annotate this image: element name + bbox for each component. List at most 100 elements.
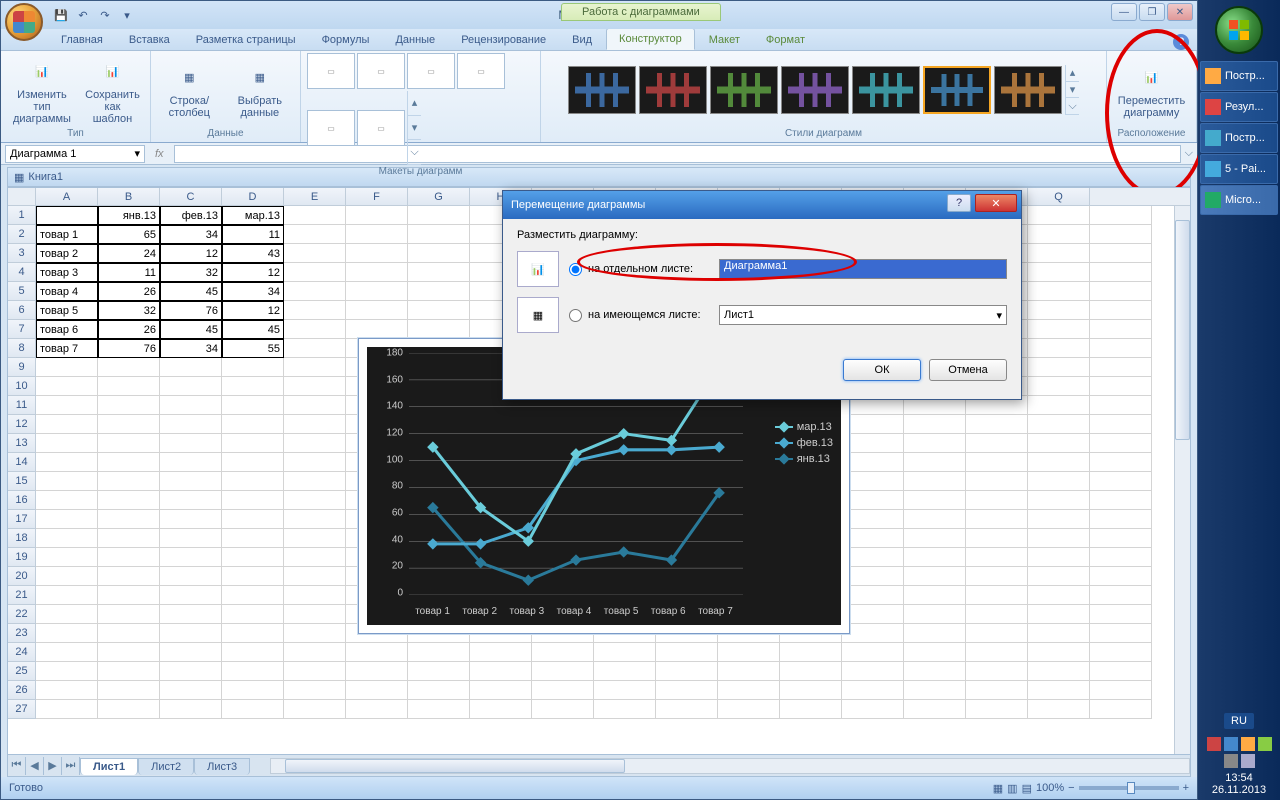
cell[interactable] [98,624,160,643]
cell[interactable] [842,415,904,434]
cell[interactable] [842,643,904,662]
cell[interactable]: 11 [98,263,160,282]
cell[interactable] [284,472,346,491]
cell[interactable] [966,453,1028,472]
tab-nav-prev[interactable]: ◀ [26,757,44,775]
cell[interactable] [1090,377,1152,396]
chart-layout-4[interactable]: ▭ [457,53,505,89]
cell[interactable] [904,624,966,643]
tray-icon[interactable] [1258,737,1272,751]
cell[interactable] [904,548,966,567]
cell[interactable]: 26 [98,282,160,301]
cell[interactable] [284,529,346,548]
cell[interactable] [98,700,160,719]
cell[interactable] [842,529,904,548]
cell[interactable] [346,282,408,301]
row-header[interactable]: 1 [8,206,36,225]
cell[interactable]: 12 [160,244,222,263]
cell[interactable] [222,586,284,605]
start-button[interactable] [1215,6,1263,54]
ok-button[interactable]: ОК [843,359,921,381]
cell[interactable] [408,320,470,339]
cell[interactable]: 34 [160,225,222,244]
cell[interactable] [656,662,718,681]
row-header[interactable]: 8 [8,339,36,358]
cell[interactable] [98,377,160,396]
cell[interactable]: 34 [160,339,222,358]
cell[interactable] [780,681,842,700]
cell[interactable] [222,605,284,624]
cell[interactable] [532,700,594,719]
qat-dropdown-icon[interactable]: ▾ [119,7,135,23]
cell[interactable]: янв.13 [98,206,160,225]
cell[interactable]: мар.13 [222,206,284,225]
cell[interactable]: 76 [160,301,222,320]
cell[interactable] [1028,491,1090,510]
cell[interactable] [470,643,532,662]
cell[interactable] [966,643,1028,662]
view-normal-icon[interactable]: ▦ [993,782,1003,795]
tray-icon[interactable] [1207,737,1221,751]
cell[interactable] [284,624,346,643]
cell[interactable] [160,510,222,529]
cell[interactable] [284,586,346,605]
select-data-button[interactable]: ▦ Выбрать данные [226,59,294,121]
cell[interactable] [160,586,222,605]
cell[interactable] [1090,529,1152,548]
chart-layout-6[interactable]: ▭ [357,110,405,146]
cell[interactable] [1028,662,1090,681]
sheet-tab-1[interactable]: Лист1 [80,758,138,775]
cell[interactable] [160,567,222,586]
cell[interactable] [966,605,1028,624]
cell[interactable] [160,415,222,434]
cell[interactable] [966,548,1028,567]
cell[interactable] [1090,453,1152,472]
cell[interactable] [98,510,160,529]
cell[interactable] [98,548,160,567]
clock-date[interactable]: 26.11.2013 [1202,784,1276,796]
cell[interactable] [284,320,346,339]
cell[interactable]: 45 [160,320,222,339]
cell[interactable] [1090,605,1152,624]
cell[interactable]: товар 3 [36,263,98,282]
cell[interactable] [284,358,346,377]
switch-row-col-button[interactable]: ▦ Строка/столбец [157,59,222,121]
cell[interactable] [1028,453,1090,472]
cell[interactable] [346,662,408,681]
tab-home[interactable]: Главная [49,30,115,50]
cell[interactable] [284,453,346,472]
cell[interactable]: 45 [222,320,284,339]
cell[interactable] [408,244,470,263]
cell[interactable] [98,453,160,472]
cell[interactable] [222,700,284,719]
cell[interactable] [1090,567,1152,586]
help-icon[interactable]: ? [1173,34,1189,50]
cell[interactable] [594,700,656,719]
row-header[interactable]: 9 [8,358,36,377]
chart-layout-3[interactable]: ▭ [407,53,455,89]
cell[interactable] [966,529,1028,548]
cell[interactable] [98,472,160,491]
row-header[interactable]: 11 [8,396,36,415]
cell[interactable] [408,225,470,244]
cell[interactable] [222,548,284,567]
cell[interactable] [966,415,1028,434]
row-header[interactable]: 5 [8,282,36,301]
tab-data[interactable]: Данные [383,30,447,50]
undo-icon[interactable]: ↶ [75,7,91,23]
cell[interactable] [966,472,1028,491]
tab-insert[interactable]: Вставка [117,30,182,50]
cell[interactable] [1090,263,1152,282]
col-header[interactable]: G [408,188,470,206]
cell[interactable] [1028,301,1090,320]
cell[interactable] [284,396,346,415]
cell[interactable] [532,643,594,662]
tab-chart-format[interactable]: Формат [754,30,817,50]
select-all-corner[interactable] [8,188,36,206]
cell[interactable] [222,415,284,434]
row-header[interactable]: 18 [8,529,36,548]
cell[interactable] [36,358,98,377]
cell[interactable] [284,434,346,453]
cell[interactable] [1028,263,1090,282]
cell[interactable] [904,662,966,681]
